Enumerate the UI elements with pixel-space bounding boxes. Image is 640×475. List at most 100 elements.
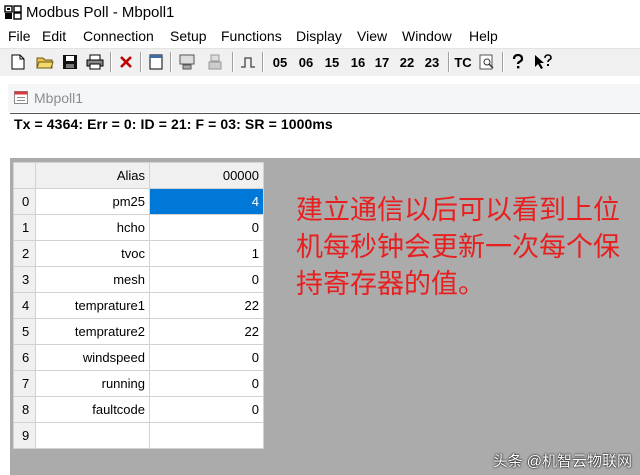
- table-row: 6 windspeed 0: [13, 344, 264, 371]
- connect-icon: [179, 54, 195, 70]
- open-folder-icon: [36, 57, 54, 69]
- print-button[interactable]: [84, 51, 106, 73]
- table-row: 0 pm25 4: [13, 188, 264, 215]
- value-cell[interactable]: 22: [149, 318, 264, 345]
- connect-button[interactable]: [176, 51, 198, 73]
- header-address[interactable]: 00000: [149, 162, 264, 189]
- monitor-button[interactable]: [476, 51, 498, 73]
- toolbar-separator: [262, 52, 264, 72]
- alias-cell[interactable]: pm25: [35, 188, 150, 215]
- row-index: 1: [13, 214, 36, 241]
- row-index: 0: [13, 188, 36, 215]
- toolbar: 05 06 15 16 17 22 23 TC: [0, 48, 640, 77]
- value-cell[interactable]: 0: [149, 266, 264, 293]
- new-document-icon: [11, 54, 25, 70]
- delete-button[interactable]: [116, 51, 136, 73]
- modbus-poll-app-icon: [4, 5, 22, 20]
- header-alias[interactable]: Alias: [35, 162, 150, 189]
- value-cell[interactable]: 0: [149, 344, 264, 371]
- function-23-button[interactable]: 23: [420, 51, 444, 73]
- row-index: 3: [13, 266, 36, 293]
- alias-cell[interactable]: hcho: [35, 214, 150, 241]
- toolbar-separator: [170, 52, 172, 72]
- menu-help[interactable]: Help: [469, 28, 498, 44]
- row-index: 4: [13, 292, 36, 319]
- row-index: 8: [13, 396, 36, 423]
- window-title: Modbus Poll - Mbpoll1: [26, 4, 175, 21]
- pulse-wave-icon: [241, 57, 255, 68]
- open-button[interactable]: [34, 51, 56, 73]
- alias-cell[interactable]: [35, 422, 150, 449]
- alias-cell[interactable]: temprature2: [35, 318, 150, 345]
- value-cell-selected[interactable]: 4: [149, 188, 264, 215]
- value-cell[interactable]: 22: [149, 292, 264, 319]
- toolbar-separator: [232, 52, 234, 72]
- menu-view[interactable]: View: [357, 28, 387, 44]
- child-window-title: Mbpoll1: [34, 90, 84, 106]
- function-05-button[interactable]: 05: [268, 51, 292, 73]
- alias-cell[interactable]: tvoc: [35, 240, 150, 267]
- menu-file[interactable]: File: [8, 28, 31, 44]
- table-row: 9: [13, 422, 264, 449]
- poll-status-text: Tx = 4364: Err = 0: ID = 21: F = 03: SR …: [14, 116, 333, 132]
- row-index: 6: [13, 344, 36, 371]
- table-row: 4 temprature1 22: [13, 292, 264, 319]
- new-document-button[interactable]: [8, 51, 28, 73]
- table-row: 8 faultcode 0: [13, 396, 264, 423]
- toolbar-separator: [110, 52, 112, 72]
- menu-setup[interactable]: Setup: [170, 28, 207, 44]
- toolbar-separator: [140, 52, 142, 72]
- pulse-button[interactable]: [238, 51, 258, 73]
- toolbar-separator: [448, 52, 450, 72]
- row-index: 2: [13, 240, 36, 267]
- function-22-button[interactable]: 22: [395, 51, 419, 73]
- annotation-text: 建立通信以后可以看到上位机每秒钟会更新一次每个保持寄存器的值。: [296, 195, 620, 300]
- value-cell[interactable]: 1: [149, 240, 264, 267]
- child-window-titlebar: [8, 84, 640, 112]
- help-button[interactable]: [508, 51, 528, 73]
- table-row: 1 hcho 0: [13, 214, 264, 241]
- window-icon: [149, 54, 163, 70]
- value-cell[interactable]: [149, 422, 264, 449]
- table-row: 3 mesh 0: [13, 266, 264, 293]
- menu-bar: File Edit Connection Setup Functions Dis…: [0, 26, 640, 48]
- new-window-button[interactable]: [146, 51, 166, 73]
- alias-cell[interactable]: running: [35, 370, 150, 397]
- table-row: 7 running 0: [13, 370, 264, 397]
- menu-functions[interactable]: Functions: [221, 28, 282, 44]
- disconnect-icon: [208, 54, 222, 70]
- value-cell[interactable]: 0: [149, 370, 264, 397]
- menu-edit[interactable]: Edit: [42, 28, 66, 44]
- function-16-button[interactable]: 16: [346, 51, 370, 73]
- alias-cell[interactable]: faultcode: [35, 396, 150, 423]
- function-06-button[interactable]: 06: [294, 51, 318, 73]
- save-disk-icon: [63, 55, 77, 69]
- pointer-help-icon: [535, 54, 552, 69]
- alias-cell[interactable]: temprature1: [35, 292, 150, 319]
- table-header-row: Alias 00000: [13, 162, 264, 189]
- title-bar: Modbus Poll - Mbpoll1: [0, 0, 640, 26]
- save-button[interactable]: [60, 51, 80, 73]
- register-table: Alias 00000 0 pm25 4 1 hcho 0 2 tvoc 1 3…: [13, 162, 264, 449]
- value-cell[interactable]: 0: [149, 396, 264, 423]
- table-row: 2 tvoc 1: [13, 240, 264, 267]
- disconnect-button[interactable]: [204, 51, 226, 73]
- table-row: 5 temprature2 22: [13, 318, 264, 345]
- traffic-button[interactable]: TC: [452, 51, 474, 73]
- magnifier-doc-icon: [479, 54, 494, 70]
- value-cell[interactable]: 0: [149, 214, 264, 241]
- context-help-button[interactable]: [532, 51, 554, 73]
- function-17-button[interactable]: 17: [370, 51, 394, 73]
- function-15-button[interactable]: 15: [320, 51, 344, 73]
- row-index: 9: [13, 422, 36, 449]
- menu-display[interactable]: Display: [296, 28, 342, 44]
- alias-cell[interactable]: windspeed: [35, 344, 150, 371]
- row-index: 5: [13, 318, 36, 345]
- printer-icon: [86, 54, 104, 70]
- menu-connection[interactable]: Connection: [83, 28, 154, 44]
- question-mark-icon: [512, 54, 524, 69]
- alias-cell[interactable]: mesh: [35, 266, 150, 293]
- red-x-icon: [120, 56, 132, 68]
- menu-window[interactable]: Window: [402, 28, 452, 44]
- toolbar-separator: [502, 52, 504, 72]
